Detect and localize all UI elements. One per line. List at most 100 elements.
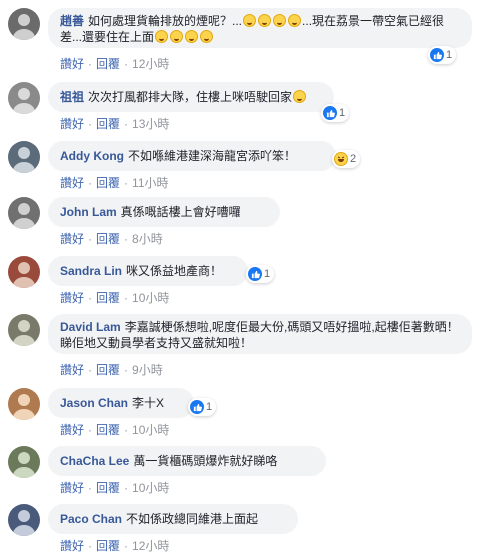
separator: · (124, 539, 129, 553)
comment-text: 次次打風都排大隊，住樓上咪唔駛回家 (88, 90, 293, 104)
comment-time[interactable]: 11小時 (132, 176, 168, 190)
reaction-summary[interactable]: 1 (246, 265, 275, 283)
reaction-summary[interactable]: 1 (321, 104, 350, 122)
like-link[interactable]: 讚好 (60, 363, 84, 377)
separator: · (124, 423, 129, 437)
comment-time[interactable]: 10小時 (132, 423, 169, 437)
comment-author[interactable]: 祖祖 (60, 90, 84, 104)
comment-author[interactable]: John Lam (60, 205, 117, 219)
comment-author[interactable]: Jason Chan (60, 396, 128, 410)
avatar[interactable] (8, 197, 40, 229)
comment-text: 萬一貨櫃碼頭爆炸就好睇咯 (133, 454, 278, 468)
comment-time[interactable]: 13小時 (132, 117, 169, 131)
comment-bubble: 祖祖 次次打風都排大隊，住樓上咪唔駛回家 (48, 82, 334, 112)
comment-author[interactable]: ChaCha Lee (60, 454, 129, 468)
avatar[interactable] (8, 504, 40, 536)
like-reaction-icon (323, 106, 337, 120)
comment-text: 李十X (132, 396, 165, 410)
comment-text: 真係嘅話樓上會好嘈囉 (120, 205, 241, 219)
comment-time[interactable]: 12小時 (132, 539, 169, 553)
like-reaction-icon (190, 400, 204, 414)
separator: · (124, 291, 129, 305)
comment-author[interactable]: Addy Kong (60, 149, 124, 163)
comment-author[interactable]: David Lam (60, 320, 121, 334)
reply-link[interactable]: 回覆 (96, 57, 120, 71)
reaction-summary[interactable]: 2 (332, 150, 361, 168)
grin-emoji-icon (273, 14, 287, 27)
comment-time[interactable]: 9小時 (132, 363, 163, 377)
comment-actions: 讚好 · 回覆 · 11小時 (60, 174, 169, 191)
like-link[interactable]: 讚好 (60, 176, 84, 190)
grin-emoji-icon (170, 30, 184, 43)
like-link[interactable]: 讚好 (60, 232, 84, 246)
avatar[interactable] (8, 82, 40, 114)
comment-text: 如何處理貨輪排放的煙呢？... (88, 14, 243, 28)
reaction-summary[interactable]: 1 (428, 46, 457, 64)
comment-actions: 讚好 · 回覆 · 9小時 (60, 361, 163, 378)
separator: · (124, 176, 129, 190)
separator: · (124, 117, 129, 131)
comment-actions: 讚好 · 回覆 · 13小時 (60, 115, 169, 132)
comment-time[interactable]: 10小時 (132, 291, 169, 305)
avatar[interactable] (8, 446, 40, 478)
comment-actions: 讚好 · 回覆 · 8小時 (60, 230, 163, 247)
like-reaction-icon (430, 48, 444, 62)
reaction-count: 2 (350, 153, 357, 165)
comment-time[interactable]: 10小時 (132, 481, 169, 495)
like-link[interactable]: 讚好 (60, 539, 84, 553)
comment-author[interactable]: Paco Chan (60, 512, 122, 526)
avatar[interactable] (8, 141, 40, 173)
separator: · (88, 57, 93, 71)
separator: · (88, 423, 93, 437)
separator: · (88, 117, 93, 131)
separator: · (88, 291, 93, 305)
comment-bubble: ChaCha Lee 萬一貨櫃碼頭爆炸就好睇咯 (48, 446, 326, 476)
separator: · (88, 481, 93, 495)
haha-reaction-icon (334, 152, 348, 166)
reaction-summary[interactable]: 1 (188, 398, 217, 416)
separator: · (88, 539, 93, 553)
separator: · (88, 232, 93, 246)
like-link[interactable]: 讚好 (60, 117, 84, 131)
reaction-count: 1 (446, 49, 453, 61)
comment-actions: 讚好 · 回覆 · 12小時 (60, 55, 169, 72)
comment-bubble: 趙善 如何處理貨輪排放的煙呢？... ...現在荔景一帶空氣已經很差...還要住在上… (48, 8, 472, 48)
reply-link[interactable]: 回覆 (96, 117, 120, 131)
comment-time[interactable]: 8小時 (132, 232, 163, 246)
like-link[interactable]: 讚好 (60, 291, 84, 305)
comment-bubble: Jason Chan 李十X (48, 388, 194, 418)
reaction-count: 1 (264, 268, 271, 280)
reply-link[interactable]: 回覆 (96, 539, 120, 553)
grin-emoji-icon (185, 30, 199, 43)
reply-link[interactable]: 回覆 (96, 291, 120, 305)
comment-time[interactable]: 12小時 (132, 57, 169, 71)
comment-bubble: Sandra Lin 咪又係益地產商！ (48, 256, 248, 286)
reaction-count: 1 (206, 401, 213, 413)
comment-bubble: Addy Kong 不如喺維港建深海龍宮添吖笨！ (48, 141, 336, 171)
reaction-count: 1 (339, 107, 346, 119)
separator: · (124, 232, 129, 246)
reply-link[interactable]: 回覆 (96, 176, 120, 190)
reply-link[interactable]: 回覆 (96, 481, 120, 495)
separator: · (88, 176, 93, 190)
avatar[interactable] (8, 314, 40, 346)
like-link[interactable]: 讚好 (60, 57, 84, 71)
reply-link[interactable]: 回覆 (96, 232, 120, 246)
comment-actions: 讚好 · 回覆 · 10小時 (60, 479, 169, 496)
like-link[interactable]: 讚好 (60, 481, 84, 495)
comment-text: 咪又係益地產商！ (126, 264, 223, 278)
separator: · (124, 363, 129, 377)
like-link[interactable]: 讚好 (60, 423, 84, 437)
avatar[interactable] (8, 256, 40, 288)
comment-author[interactable]: Sandra Lin (60, 264, 122, 278)
comment-bubble: John Lam 真係嘅話樓上會好嘈囉 (48, 197, 280, 227)
reply-link[interactable]: 回覆 (96, 423, 120, 437)
avatar[interactable] (8, 388, 40, 420)
comment-bubble: Paco Chan 不如係政總同維港上面起 (48, 504, 298, 534)
grin-emoji-icon (243, 14, 257, 27)
comment-author[interactable]: 趙善 (60, 14, 84, 28)
reply-link[interactable]: 回覆 (96, 363, 120, 377)
avatar[interactable] (8, 8, 40, 40)
comment-text: 不如喺維港建深海龍宮添吖笨！ (128, 149, 297, 163)
comment-actions: 讚好 · 回覆 · 10小時 (60, 289, 169, 306)
